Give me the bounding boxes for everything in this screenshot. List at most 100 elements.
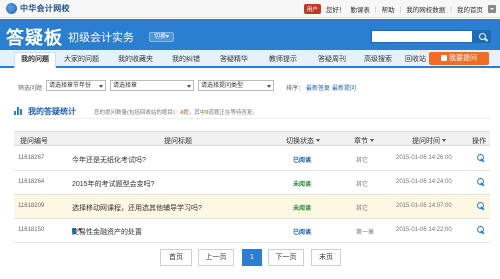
- separator: |: [374, 5, 377, 13]
- question-title[interactable]: 交易性金融资产的处置: [72, 227, 142, 237]
- header: 答疑板 初级会计实务 切换▾: [0, 19, 500, 50]
- select-chapter[interactable]: 请选择章: [110, 80, 194, 91]
- logo-mark-icon: [6, 3, 17, 14]
- question-time: 2015-01-06 14:07:00: [396, 203, 452, 209]
- user-badge[interactable]: 用户: [303, 4, 321, 14]
- sort-latest-reply[interactable]: 最新答复: [306, 83, 330, 92]
- chevron-down-icon: [99, 85, 103, 88]
- wrench-icon: [477, 154, 485, 162]
- tab-recycle-bin[interactable]: 回收站: [405, 54, 426, 64]
- edit-action[interactable]: [477, 226, 485, 234]
- select-question-type-value: 请选择提问类型: [201, 83, 244, 89]
- select-chapter-year[interactable]: 请选择章节年份: [46, 80, 106, 91]
- question-time: 2015-01-06 14:26:00: [396, 155, 452, 161]
- chevron-down-icon: [187, 85, 191, 88]
- status-badge: 已阅读: [293, 158, 312, 164]
- first-page-button[interactable]: 首页: [160, 249, 192, 266]
- table-row[interactable]: 11618264 2015年的考试题型会变吗? 未阅读 其它 2015-01-0…: [14, 171, 490, 195]
- tab-teacher-tips[interactable]: 教师提示: [269, 54, 297, 64]
- current-page[interactable]: 1: [242, 249, 262, 266]
- top-link-help[interactable]: 帮助: [382, 4, 395, 14]
- tab-weekly[interactable]: 答疑周刊: [318, 54, 346, 64]
- sort-latest-question[interactable]: 最新提问: [332, 83, 356, 92]
- stats-title: 我的答疑统计: [28, 107, 76, 116]
- question-id: 11618150: [18, 227, 45, 233]
- question-time: 2015-01-06 14:24:00: [396, 179, 452, 185]
- user-greeting: 您好！: [325, 7, 346, 14]
- course-name: 初级会计实务: [68, 32, 134, 44]
- switch-course-button[interactable]: 切换▾: [149, 32, 175, 42]
- col-status[interactable]: 切换状态: [286, 136, 320, 146]
- col-chapter[interactable]: 章节: [354, 136, 374, 146]
- table-row[interactable]: 11618267 今年还是无纸化考试吗? 已阅读 其它 2015-01-06 1…: [14, 147, 490, 171]
- chevron-down-icon: [316, 139, 320, 142]
- ask-label: 我要提问: [449, 55, 477, 62]
- main-nav: 我的问题 大家的问题 我的收藏夹 我的纠错 答疑精华 教师提示 答疑周刊 高级搜…: [0, 50, 500, 68]
- filter-bar: 筛选问题 请选择章节年份 请选择章 请选择提问类型 排序： 最新答复 最新提问: [0, 80, 500, 94]
- tab-my-questions[interactable]: 我的问题: [14, 52, 56, 68]
- table-row[interactable]: 11618209 选择移动网课程，还用选其他辅导学习吗? 未阅读 其它 2015…: [14, 195, 490, 219]
- col-actions: 操作: [472, 138, 486, 145]
- question-chapter: 其它: [356, 182, 369, 188]
- question-chapter: 其它: [356, 206, 369, 212]
- chevron-down-icon: [442, 139, 446, 142]
- wrench-icon: [477, 202, 485, 210]
- question-id: 11618264: [18, 179, 45, 185]
- sort-label: 排序：: [286, 86, 305, 92]
- tab-corrections[interactable]: 我的纠错: [172, 54, 200, 64]
- ask-question-button[interactable]: 我要提问: [429, 52, 489, 65]
- wrench-icon: [477, 226, 485, 234]
- col-id: 提问编号: [20, 138, 48, 145]
- question-id: 11618267: [18, 155, 45, 161]
- status-badge: 已阅读: [293, 230, 312, 236]
- filter-label: 筛选问题: [18, 86, 43, 92]
- question-title[interactable]: 2015年的考试题型会变吗?: [72, 179, 154, 189]
- search-button[interactable]: [473, 30, 491, 43]
- top-link-home[interactable]: 我的首页: [457, 4, 483, 14]
- top-bar: 中华会计网校 用户 您好！ 勤课表 | 帮助 | 我的网校数据 | 我的首页: [0, 0, 500, 18]
- pencil-icon: [441, 55, 447, 61]
- status-badge: 未阅读: [293, 206, 312, 212]
- bar-chart-icon: [14, 107, 22, 115]
- chevron-down-icon: [370, 139, 374, 142]
- tab-essence[interactable]: 答疑精华: [220, 54, 248, 64]
- question-time: 2015-01-06 14:22:00: [396, 227, 452, 233]
- site-logo[interactable]: 中华会计网校: [6, 3, 70, 14]
- col-title: 提问标题: [164, 138, 192, 145]
- wrench-icon: [477, 178, 485, 186]
- separator: |: [399, 5, 402, 13]
- last-page-button[interactable]: 末页: [311, 249, 341, 266]
- question-title[interactable]: 选择移动网课程，还用选其他辅导学习吗?: [72, 203, 202, 213]
- table-row[interactable]: 11618150 ♥ 交易性金融资产的处置 已阅读 第一章 2015-01-06…: [14, 219, 490, 243]
- question-chapter: 第一章: [356, 230, 375, 236]
- stats-text: 您的提问数量(包括回收站的题目)：4题，其中0道题正在等待答复。: [94, 110, 258, 116]
- select-chapter-value: 请选择章: [113, 83, 138, 89]
- prev-page-button[interactable]: 上一页: [198, 249, 234, 266]
- edit-action[interactable]: [477, 202, 485, 210]
- chevron-down-icon: [267, 85, 271, 88]
- site-name: 中华会计网校: [20, 4, 70, 13]
- question-title[interactable]: 今年还是无纸化考试吗?: [72, 155, 146, 165]
- tab-favorites[interactable]: 我的收藏夹: [118, 54, 153, 64]
- brand-title: 答疑板: [6, 28, 63, 48]
- status-badge: 未阅读: [293, 182, 312, 188]
- top-link-schedule[interactable]: 勤课表: [350, 4, 370, 14]
- question-id: 11618209: [18, 203, 45, 209]
- edit-action[interactable]: [477, 154, 485, 162]
- top-right-links: 用户 您好！ 勤课表 | 帮助 | 我的网校数据 | 我的首页: [303, 4, 496, 14]
- table-header: 提问编号 提问标题 切换状态 章节 提问时间 操作: [14, 131, 490, 146]
- col-time[interactable]: 提问时间: [412, 136, 446, 146]
- select-question-type[interactable]: 请选择提问类型: [198, 80, 274, 91]
- collapse-icon[interactable]: [488, 5, 496, 13]
- select-chapter-year-value: 请选择章节年份: [49, 83, 92, 89]
- switch-label: 切换: [154, 34, 167, 40]
- separator: |: [450, 5, 452, 13]
- tab-everyone-questions[interactable]: 大家的问题: [64, 54, 99, 64]
- search-input[interactable]: [371, 30, 473, 43]
- edit-action[interactable]: [477, 178, 485, 186]
- top-link-my-data[interactable]: 我的网校数据: [406, 4, 445, 14]
- pagination: 首页 上一页 1 下一页 末页: [0, 249, 500, 267]
- question-chapter: 其它: [356, 158, 369, 164]
- next-page-button[interactable]: 下一页: [268, 249, 304, 266]
- tab-advanced-search[interactable]: 高级搜索: [364, 54, 392, 64]
